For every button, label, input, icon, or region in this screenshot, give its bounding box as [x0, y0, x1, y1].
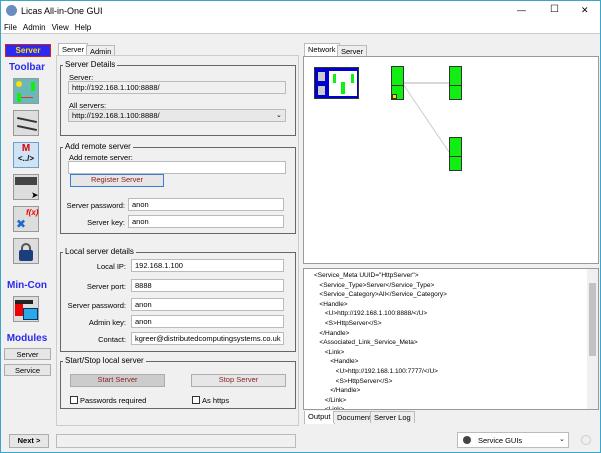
- window-title: Licas All-in-One GUI: [21, 6, 103, 16]
- function-tools-icon[interactable]: f(x) ✖: [13, 206, 39, 232]
- xml-line: <Service_Type>Server</Service_Type>: [314, 281, 435, 289]
- admin-key-input[interactable]: anon: [131, 315, 284, 328]
- server-mode-button[interactable]: Server: [5, 44, 51, 57]
- xml-output-area[interactable]: <Service_Meta UUID="HttpServer"> <Servic…: [303, 268, 599, 410]
- network-view-icon[interactable]: [13, 78, 39, 104]
- all-servers-dropdown[interactable]: http://192.168.1.100:8888/: [68, 109, 286, 122]
- list-select-icon[interactable]: ➤: [13, 174, 39, 200]
- xml-line: </Link>: [314, 396, 347, 404]
- as-https-checkbox[interactable]: [192, 396, 200, 404]
- xml-line: </Handle>: [314, 387, 361, 395]
- minimize-button[interactable]: —: [517, 5, 526, 15]
- mincon-heading: Min-Con: [7, 280, 47, 291]
- group-title: Local server details: [63, 247, 136, 256]
- xml-line: <U>http://192.168.1.100:7777/</U>: [314, 367, 438, 375]
- menu-help[interactable]: Help: [75, 23, 91, 32]
- admin-key-label: Admin key:: [88, 318, 126, 327]
- app-icon: [6, 5, 17, 16]
- xml-line: <Link>: [314, 406, 345, 410]
- scrollbar[interactable]: [587, 269, 598, 409]
- service-guis-dropdown[interactable]: Service GUIs ⌄: [457, 432, 569, 448]
- server-node-icon[interactable]: [391, 66, 404, 100]
- contact-input[interactable]: kgreer@distributedcomputingsystems.co.uk: [131, 332, 284, 345]
- xml-line: <S>HttpServer</S>: [314, 319, 382, 327]
- server-node-icon[interactable]: [449, 137, 462, 171]
- xml-line: </Handle>: [314, 329, 350, 337]
- close-button[interactable]: ✕: [581, 5, 589, 16]
- xml-text: <Service_Meta UUID="HttpServer"> <Servic…: [314, 271, 598, 410]
- as-https-label: As https: [202, 396, 230, 405]
- local-password-input[interactable]: anon: [131, 298, 284, 311]
- passwords-required-label: Passwords required: [80, 396, 147, 405]
- tab-server-right[interactable]: Server: [337, 45, 368, 56]
- xml-line: <U>http://192.168.1.100:8888/</U>: [314, 310, 428, 318]
- tab-network[interactable]: Network: [304, 43, 340, 56]
- modules-heading: Modules: [6, 333, 48, 344]
- module-service-button[interactable]: Service: [4, 364, 51, 376]
- metadata-icon[interactable]: M <../>: [13, 142, 39, 168]
- register-server-button[interactable]: Register Server: [70, 174, 164, 187]
- contact-label: Contact:: [98, 335, 126, 344]
- tab-output[interactable]: Output: [304, 411, 335, 424]
- link-icon[interactable]: [13, 110, 39, 136]
- menu-file[interactable]: File: [4, 23, 17, 32]
- server-node-icon[interactable]: [449, 66, 462, 100]
- local-ip-label: Local IP:: [96, 262, 126, 271]
- server-key-label: Server key:: [87, 218, 125, 227]
- local-ip-input[interactable]: 192.168.1.100: [131, 259, 284, 272]
- server-port-input[interactable]: 8888: [131, 279, 284, 292]
- passwords-required-checkbox[interactable]: [70, 396, 78, 404]
- lock-icon[interactable]: [13, 238, 39, 264]
- remote-key-input[interactable]: anon: [128, 215, 284, 228]
- xml-line: <Associated_Link_Service_Meta>: [314, 339, 418, 347]
- network-hub-icon[interactable]: [314, 67, 359, 99]
- xml-line: <Service_Meta UUID="HttpServer">: [314, 272, 419, 279]
- xml-line: <S>HttpServer</S>: [314, 377, 393, 385]
- remote-password-input[interactable]: anon: [128, 198, 284, 211]
- server-password-label: Server password:: [66, 201, 125, 210]
- menu-admin[interactable]: Admin: [23, 23, 46, 32]
- stop-server-button[interactable]: Stop Server: [191, 374, 286, 387]
- menu-bar: File Admin View Help: [1, 21, 600, 34]
- add-remote-group: Add remote server Add remote server: Reg…: [60, 142, 296, 234]
- server-field[interactable]: http://192.168.1.100:8888/: [68, 81, 286, 94]
- chevron-down-icon[interactable]: ⌄: [276, 111, 282, 119]
- group-title: Start/Stop local server: [63, 356, 146, 365]
- server-port-label: Server port:: [86, 282, 126, 291]
- xml-line: <Handle>: [314, 358, 359, 366]
- start-stop-group: Start/Stop local server Start Server Sto…: [60, 356, 296, 409]
- xml-line: <Service_Category>All</Service_Category>: [314, 291, 447, 299]
- next-button[interactable]: Next >: [9, 434, 49, 448]
- window-icon[interactable]: [13, 296, 39, 322]
- xml-line: <Link>: [314, 348, 345, 356]
- module-server-button[interactable]: Server: [4, 348, 51, 360]
- tab-document[interactable]: Document: [333, 411, 376, 423]
- toolbar-heading: Toolbar: [9, 62, 45, 73]
- tab-server-log[interactable]: Server Log: [370, 411, 415, 423]
- status-field: [56, 434, 296, 448]
- activity-indicator-icon: [581, 435, 591, 445]
- menu-view[interactable]: View: [52, 23, 69, 32]
- service-guis-label: Service GUIs: [478, 436, 523, 445]
- local-password-label: Server password:: [67, 301, 126, 310]
- status-dot-icon: [463, 436, 471, 444]
- chevron-down-icon: ⌄: [559, 436, 565, 443]
- maximize-button[interactable]: ☐: [550, 4, 559, 15]
- group-title: Server Details: [63, 60, 118, 69]
- local-server-group: Local server details Local IP: 192.168.1…: [60, 247, 296, 352]
- xml-line: <Handle>: [314, 300, 348, 308]
- network-canvas[interactable]: [303, 56, 599, 264]
- title-bar: Licas All-in-One GUI — ☐ ✕: [1, 1, 600, 21]
- remote-server-input[interactable]: [68, 161, 286, 174]
- server-details-group: Server Details Server: http://192.168.1.…: [60, 60, 296, 136]
- group-title: Add remote server: [63, 142, 133, 151]
- start-server-button[interactable]: Start Server: [70, 374, 165, 387]
